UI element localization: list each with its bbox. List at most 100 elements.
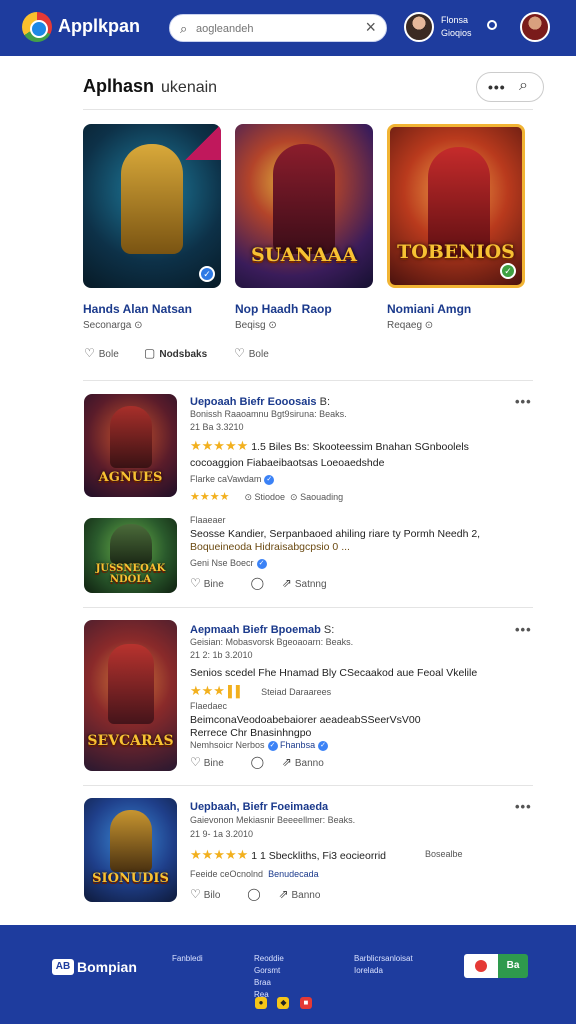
section-title: Aplhasn ukenain <box>83 76 217 97</box>
app-logo-icon[interactable] <box>22 12 52 42</box>
rating-text: 1 1 Sbeckliths, Fi3 eocieorrid <box>251 850 387 862</box>
footer-cta-label: Ba <box>498 954 528 978</box>
item-label: Flaedaec <box>190 701 228 711</box>
item-author[interactable]: Flarke caVawdam ✓ <box>190 474 275 485</box>
more-options-icon[interactable]: ••• <box>515 799 532 814</box>
verified-badge-icon: ✓ <box>500 263 516 279</box>
author-link[interactable]: Fhanbsa <box>280 740 315 750</box>
footer-cta-button[interactable]: Ba <box>464 954 528 978</box>
item-actions: ♡ Bilo ◯ ⇗ Banno <box>190 887 344 901</box>
search-bar[interactable]: ⌕ × <box>169 14 387 42</box>
footer-link[interactable]: Gorsmt <box>254 965 284 977</box>
share-button[interactable]: ⇗ Banno <box>282 755 336 769</box>
notification-icon[interactable] <box>487 20 497 30</box>
user-name[interactable]: Flonsa Gioqios <box>441 14 472 40</box>
social-icon-1[interactable]: ● <box>255 997 267 1009</box>
item-author[interactable]: Feeide ceOcnolnd Benudecada <box>190 869 319 879</box>
featured-subtitle: Seconarga ⊙ <box>83 320 143 331</box>
item-description-2: Boqueineoda Hidraisabgcpsio 0 ... <box>190 541 350 553</box>
more-options-icon[interactable]: ••• <box>515 394 532 409</box>
character-figure <box>121 144 183 254</box>
brand-logo-icon: AB <box>52 959 74 975</box>
like-button[interactable]: ♡ Bole <box>84 346 119 360</box>
user-avatar[interactable] <box>404 12 434 42</box>
stat-1: Stiodoe <box>254 492 286 502</box>
like-button[interactable]: ♡ Bine <box>190 576 236 590</box>
star-rating-icon: ★★★★★ <box>190 847 249 862</box>
section-tools[interactable]: ••• ⌕ <box>476 72 544 102</box>
item-date: 21 9- 1a 3.2010 <box>190 829 254 839</box>
item-description: cocoaggion Fiabaeibaotsas Loeoaedshde <box>190 457 385 469</box>
list-item-thumbnail[interactable]: SEVCARAS <box>84 620 177 771</box>
divider <box>83 109 533 110</box>
share-icon: ⇗ <box>281 576 292 590</box>
app-title[interactable]: Applkpan <box>58 16 140 37</box>
footer-link[interactable]: Braa <box>254 977 284 989</box>
rating-row: ★★★★★ 1 1 Sbeckliths, Fi3 eocieorrid <box>190 847 386 863</box>
footer-link[interactable]: Iorelada <box>354 965 413 977</box>
featured-caption: TOBENIOS <box>397 241 515 263</box>
item-meta: Bonissh Raaoamnu Bgt9siruna: Beaks. <box>190 409 347 419</box>
social-icon-2[interactable]: ◆ <box>277 997 290 1009</box>
footer-links-col1: Fanbledi <box>172 953 203 965</box>
save-button[interactable]: ▢ Nodsbaks <box>144 346 207 360</box>
star-rating-icon: ★★★★★ <box>190 438 249 453</box>
list-item-title[interactable]: Uepoaah Biefr Eooosais B: <box>190 396 330 408</box>
character-figure <box>108 644 154 724</box>
featured-title[interactable]: Nomiani Amgn <box>387 302 471 316</box>
featured-card-image[interactable]: ✓ <box>83 124 221 288</box>
comment-button[interactable]: ◯ <box>247 887 263 901</box>
author-name: Feeide ceOcnolnd <box>190 869 264 879</box>
featured-subtitle: Reqaeg ⊙ <box>387 320 434 331</box>
list-item-title[interactable]: Aepmaah Biefr Bpoemab S: <box>190 624 334 636</box>
list-item-thumbnail[interactable]: SIONUDIS <box>84 798 177 902</box>
verified-icon: ✓ <box>318 740 329 751</box>
list-item-title[interactable]: Uepbaah, Biefr Foeimaeda <box>190 801 328 813</box>
featured-subtitle: Beqisg ⊙ <box>235 320 277 331</box>
item-meta: Geisian: Mobasvorsk Bgeoaoarn: Beaks. <box>190 637 354 647</box>
item-date: 21 2: 1b 3.2010 <box>190 650 253 660</box>
title-tail: B: <box>319 396 331 408</box>
list-item-thumbnail[interactable]: JUSSNEOAK NDOLA <box>84 518 177 593</box>
like-label: Bine <box>203 758 224 769</box>
share-button[interactable]: ⇗ Banno <box>278 887 332 901</box>
heart-icon: ♡ <box>234 346 245 360</box>
social-icon-3[interactable]: ■ <box>299 997 312 1009</box>
featured-card-image[interactable]: TOBENIOS ✓ <box>387 124 525 288</box>
more-options-icon[interactable]: ••• <box>488 79 506 95</box>
author-name: Nemhsoicr Nerbos <box>190 740 265 750</box>
like-button[interactable]: ♡ Bine <box>190 755 236 769</box>
divider <box>83 785 533 786</box>
footer-link[interactable]: Fanbledi <box>172 953 203 965</box>
like-button[interactable]: ♡ Bilo <box>190 887 232 901</box>
featured-title[interactable]: Hands Alan Natsan <box>83 302 192 316</box>
footer-link[interactable]: Reoddie <box>254 953 284 965</box>
footer-link[interactable]: Barblicrsanloisat <box>354 953 413 965</box>
search-icon[interactable]: ⌕ <box>519 77 528 95</box>
share-icon: ⇗ <box>278 887 289 901</box>
comment-button[interactable]: ◯ <box>251 755 267 769</box>
profile-avatar[interactable] <box>520 12 550 42</box>
footer-brand-name: Bompian <box>77 959 137 975</box>
item-actions: ♡ Bine ◯ ⇗ Satnng <box>190 576 351 590</box>
more-options-icon[interactable]: ••• <box>515 622 532 637</box>
like-label: Bole <box>248 349 269 360</box>
featured-card-image[interactable]: SUANAAA <box>235 124 373 288</box>
save-label: Nodsbaks <box>159 349 208 360</box>
featured-title[interactable]: Nop Haadh Raop <box>235 302 332 316</box>
share-button[interactable]: ⇗ Satnng <box>281 576 339 590</box>
item-author[interactable]: Geni Nse Boecr ✓ <box>190 558 267 569</box>
footer-brand[interactable]: AB Bompian <box>52 959 137 975</box>
item-author[interactable]: Nemhsoicr Nerbos ✓ Fhanbsa ✓ <box>190 740 329 751</box>
rating-text: 1.5 Biles Bs: Skooteessim Bnahan SGnbool… <box>251 441 469 453</box>
character-figure <box>110 406 152 468</box>
heart-icon: ♡ <box>84 346 95 360</box>
comment-button[interactable]: ◯ <box>251 576 267 590</box>
list-item-thumbnail[interactable]: AGNUES <box>84 394 177 497</box>
like-button[interactable]: ♡ Bole <box>234 346 269 360</box>
author-link[interactable]: Benudecada <box>268 869 319 879</box>
thumbnail-caption: SIONUDIS <box>92 871 169 886</box>
search-input[interactable] <box>196 20 356 38</box>
verified-badge-icon: ✓ <box>199 266 215 282</box>
clear-search-icon[interactable]: × <box>365 17 376 38</box>
